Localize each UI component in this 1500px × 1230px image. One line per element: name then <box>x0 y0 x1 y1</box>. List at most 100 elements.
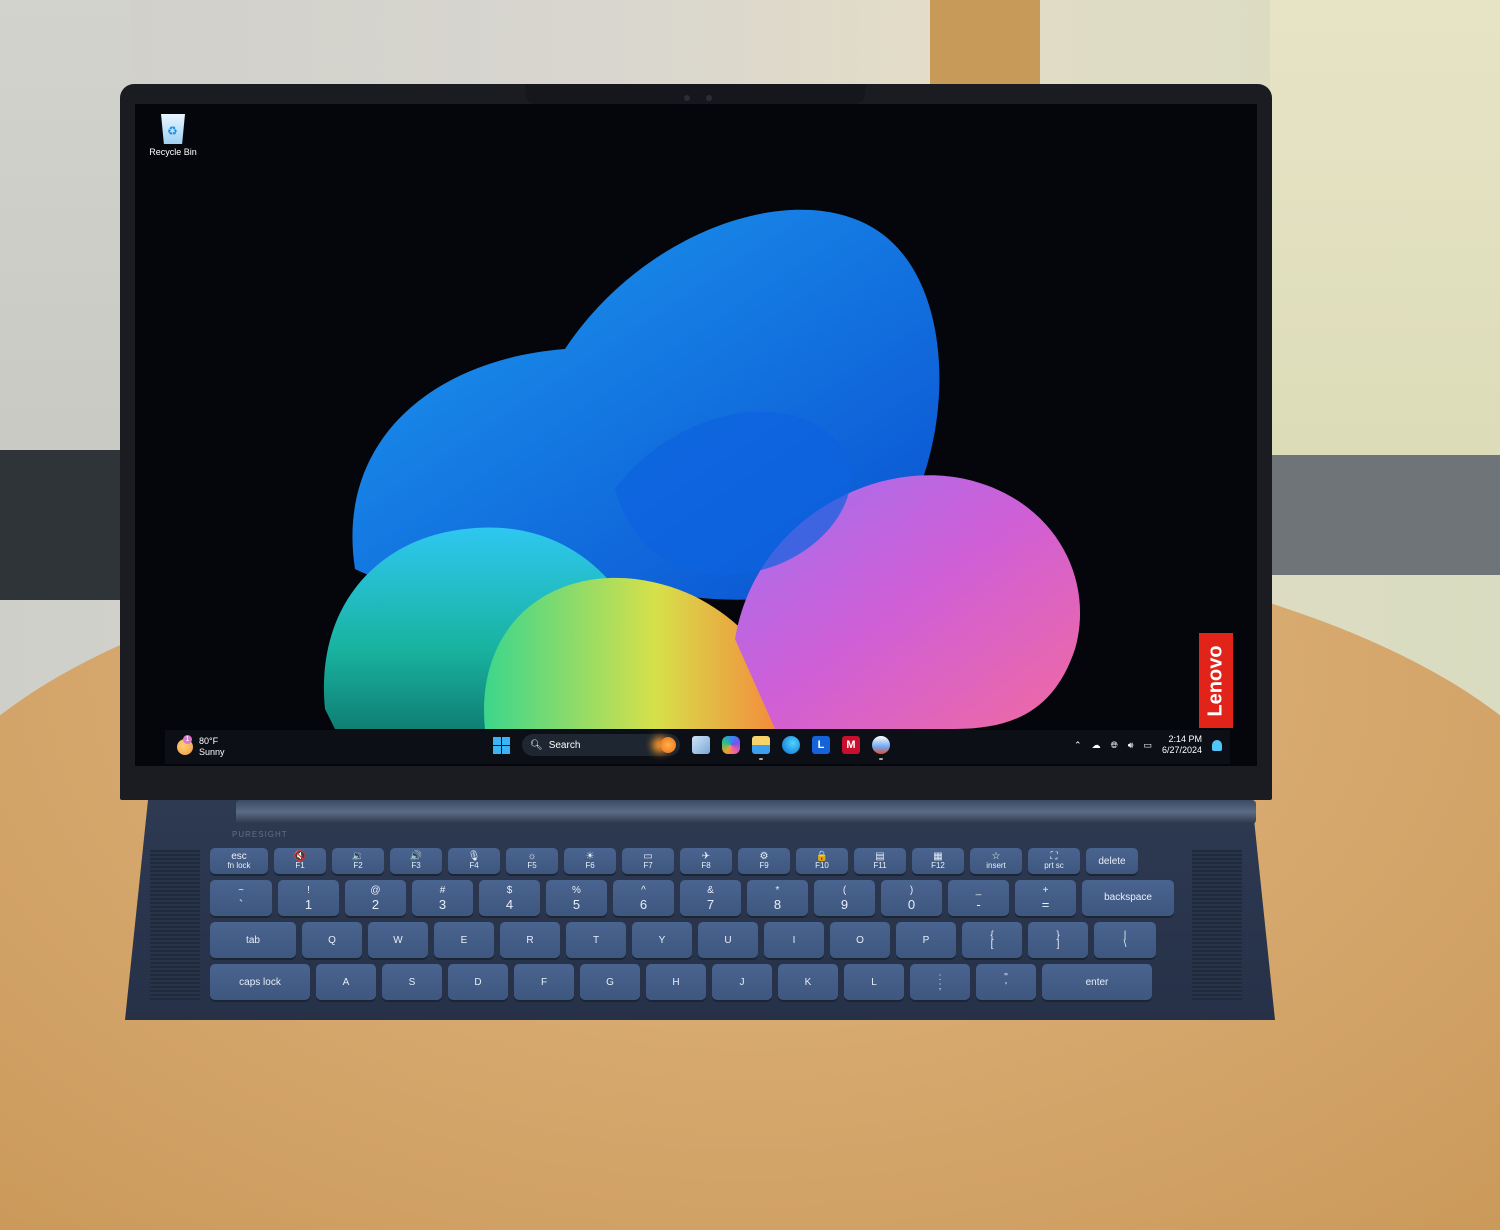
key-legend-bottom: ` <box>238 897 244 912</box>
key-5[interactable]: % 5 <box>546 880 607 916</box>
key-legend-bottom: 3 <box>438 897 447 912</box>
task-view-icon[interactable] <box>692 736 710 754</box>
key-0[interactable]: ) 0 <box>881 880 942 916</box>
key-legend-top: tab <box>246 934 260 946</box>
key-enter[interactable]: enter <box>1042 964 1152 1000</box>
key-fn-lock[interactable]: esc fn lock <box>210 848 268 874</box>
home-key-row: caps lock A S D F G H J K L:; " ' enter <box>210 964 1185 1000</box>
key-delete[interactable]: delete <box>1086 848 1138 874</box>
key-a[interactable]: A <box>316 964 376 1000</box>
key-[interactable]: " ' <box>976 964 1036 1000</box>
key-u[interactable]: U <box>698 922 758 958</box>
key-3[interactable]: #3 <box>412 880 473 916</box>
key-[interactable]: }] <box>1028 922 1088 958</box>
search-box[interactable]: 🔍︎ Search <box>522 734 680 756</box>
key-f9[interactable]: ⚙ F9 <box>738 848 790 874</box>
puresight-label: PURESIGHT <box>232 830 288 839</box>
key-f[interactable]: F <box>514 964 574 1000</box>
key-p[interactable]: P <box>896 922 956 958</box>
chevron-up-icon[interactable]: ⌃ <box>1074 740 1082 751</box>
key-y[interactable]: Y <box>632 922 692 958</box>
key-1[interactable]: ! 1 <box>278 880 339 916</box>
key-legend-top: 🔒 <box>815 851 829 862</box>
key-h[interactable]: H <box>646 964 706 1000</box>
key-legend-bottom: 0 <box>907 897 916 912</box>
key-g[interactable]: G <box>580 964 640 1000</box>
left-speaker-grille <box>150 850 200 1000</box>
key-f1[interactable]: 🔇 F1 <box>274 848 326 874</box>
key-w[interactable]: W <box>368 922 428 958</box>
key-f12[interactable]: ▦ F12 <box>912 848 964 874</box>
volume-icon[interactable]: 🔊︎ <box>1128 740 1134 751</box>
notification-bell-icon[interactable] <box>1212 739 1222 751</box>
key-[interactable]: ~ ` <box>210 880 272 916</box>
key-o[interactable]: O <box>830 922 890 958</box>
key-legend-top: U <box>724 934 732 946</box>
key-d[interactable]: D <box>448 964 508 1000</box>
key-f5[interactable]: ☼ F5 <box>506 848 558 874</box>
app-icon[interactable] <box>872 736 890 760</box>
key-6[interactable]: ^ 6 <box>613 880 674 916</box>
key-q[interactable]: Q <box>302 922 362 958</box>
globe-icon[interactable]: 🌐︎ <box>1111 740 1118 751</box>
weather-temperature: 80°F <box>199 736 219 746</box>
key-f4[interactable]: 🎙 F4 <box>448 848 500 874</box>
key-prt-sc[interactable]: ⛶ prt sc <box>1028 848 1080 874</box>
key-legend-top: + <box>1042 885 1049 896</box>
key-legend-top: R <box>526 934 534 946</box>
key-[interactable]: :; <box>910 964 970 1000</box>
key-legend-bottom: [ <box>990 939 994 950</box>
key-[interactable]: | \ <box>1094 922 1156 958</box>
desktop-icon-recycle-bin[interactable]: ♻ Recycle Bin <box>143 114 203 157</box>
key-l[interactable]: L <box>844 964 904 1000</box>
start-button[interactable] <box>493 736 510 754</box>
key-caps-lock[interactable]: caps lock <box>210 964 310 1000</box>
key-backspace[interactable]: backspace <box>1082 880 1174 916</box>
key-f2[interactable]: 🔉 F2 <box>332 848 384 874</box>
key-9[interactable]: (9 <box>814 880 875 916</box>
weather-widget[interactable]: 1 80°F Sunny <box>177 735 225 758</box>
key-legend-bottom: prt sc <box>1044 861 1064 870</box>
key-f3[interactable]: 🔊 F3 <box>390 848 442 874</box>
key-legend-top: ~ <box>238 885 244 896</box>
weather-condition: Sunny <box>199 747 225 757</box>
key-4[interactable]: $4 <box>479 880 540 916</box>
key-[interactable]: _ - <box>948 880 1009 916</box>
key-r[interactable]: R <box>500 922 560 958</box>
key-t[interactable]: T <box>566 922 626 958</box>
key-legend-bottom: 9 <box>840 897 849 912</box>
key-e[interactable]: E <box>434 922 494 958</box>
mcafee-icon[interactable]: M <box>842 736 860 754</box>
screen: ♻ Recycle Bin <box>135 104 1257 766</box>
key-7[interactable]: & 7 <box>680 880 741 916</box>
search-placeholder: Search <box>548 739 581 751</box>
l-app-icon[interactable]: L <box>812 736 830 754</box>
key-s[interactable]: S <box>382 964 442 1000</box>
key-legend-top: I <box>792 934 796 946</box>
key-insert[interactable]: ☆ insert <box>970 848 1022 874</box>
key-2[interactable]: @2 <box>345 880 406 916</box>
copilot-icon[interactable] <box>722 736 740 754</box>
key-f6[interactable]: ☀ F6 <box>564 848 616 874</box>
key-8[interactable]: * 8 <box>747 880 808 916</box>
sun-icon: 1 <box>177 735 193 755</box>
key-legend-top: ▦ <box>933 851 943 862</box>
onedrive-icon[interactable]: ☁ <box>1092 740 1101 751</box>
folder-icon[interactable] <box>752 736 770 760</box>
key-tab[interactable]: tab <box>210 922 296 958</box>
key-[interactable]: + = <box>1015 880 1076 916</box>
key-legend-top: enter <box>1085 976 1109 988</box>
key-f7[interactable]: ▭ F7 <box>622 848 674 874</box>
key-i[interactable]: I <box>764 922 824 958</box>
key-f10[interactable]: 🔒 F10 <box>796 848 848 874</box>
clock[interactable]: 2:14 PM 6/27/2024 <box>1162 734 1202 756</box>
key-f11[interactable]: ▤ F11 <box>854 848 906 874</box>
key-j[interactable]: J <box>712 964 772 1000</box>
key-k[interactable]: K <box>778 964 838 1000</box>
key-legend-top: _ <box>975 885 982 896</box>
key-[interactable]: {[ <box>962 922 1022 958</box>
edge-icon[interactable] <box>782 736 800 754</box>
key-legend-top: @ <box>370 885 381 896</box>
key-f8[interactable]: ✈ F8 <box>680 848 732 874</box>
battery-icon[interactable]: ▭ <box>1143 740 1152 751</box>
